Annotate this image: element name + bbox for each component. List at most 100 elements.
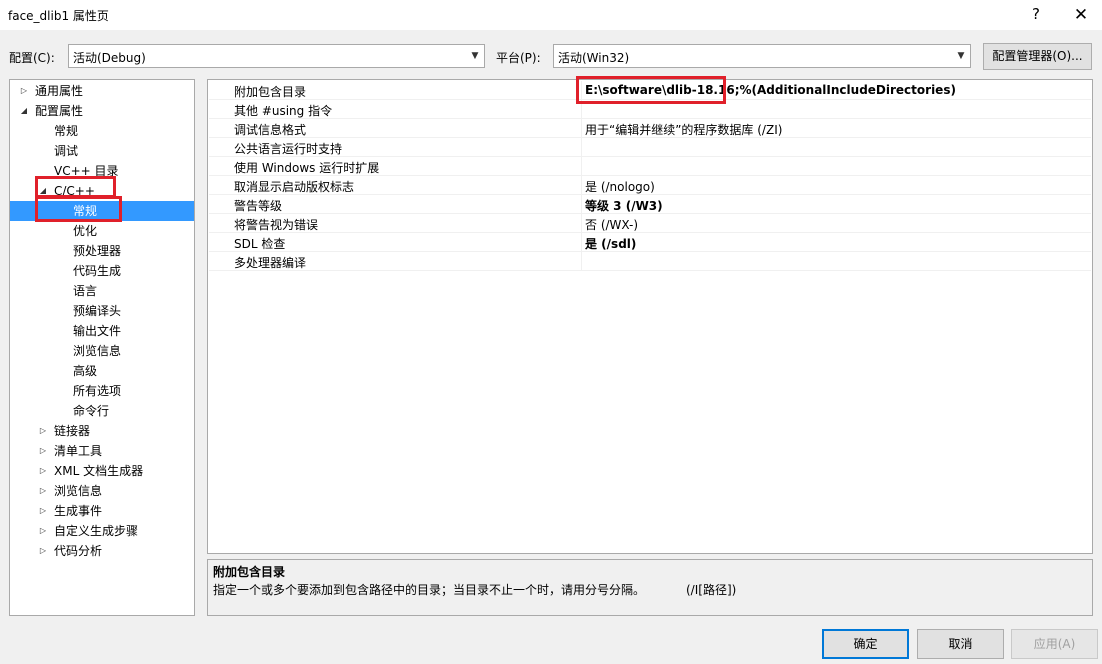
- tree-item-label: 预处理器: [73, 244, 122, 258]
- property-row-warnings-as-errors[interactable]: 将警告视为错误 否 (/WX-): [209, 214, 1091, 233]
- expand-arrow-icon[interactable]: ▷: [37, 481, 49, 501]
- tree-item-all-options[interactable]: 所有选项: [10, 381, 194, 401]
- tree-item-label: 常规: [54, 124, 79, 138]
- close-button[interactable]: ✕: [1070, 4, 1092, 26]
- property-row-warning-level[interactable]: 警告等级 等级 3 (/W3): [209, 195, 1091, 214]
- property-row-additional-include-dirs[interactable]: 附加包含目录 E:\software\dlib-18.16;%(Addition…: [209, 81, 1091, 100]
- tree-item-label: 浏览信息: [54, 484, 103, 498]
- property-tree[interactable]: ▷ 通用属性 ◢ 配置属性 常规 调试 VC++ 目录 ◢ C/C++ 常规 优…: [9, 79, 195, 616]
- tree-item-xml-doc-generator[interactable]: ▷ XML 文档生成器: [10, 461, 194, 481]
- tree-item-code-generation[interactable]: 代码生成: [10, 261, 194, 281]
- tree-item-optimization[interactable]: 优化: [10, 221, 194, 241]
- tree-item-manifest-tool[interactable]: ▷ 清单工具: [10, 441, 194, 461]
- tree-item-custom-build-step[interactable]: ▷ 自定义生成步骤: [10, 521, 194, 541]
- property-row-sdl-checks[interactable]: SDL 检查 是 (/sdl): [209, 233, 1091, 252]
- description-text: 指定一个或多个要添加到包含路径中的目录；当目录不止一个时，请用分号分隔。: [213, 583, 646, 597]
- tree-item-vc-directories[interactable]: VC++ 目录: [10, 161, 194, 181]
- tree-item-output-files[interactable]: 输出文件: [10, 321, 194, 341]
- column-divider: [581, 119, 582, 138]
- title-bar: face_dlib1 属性页 ? ✕: [0, 0, 1102, 30]
- property-name: 警告等级: [234, 199, 283, 213]
- tree-item-label: 代码分析: [54, 544, 103, 558]
- property-row-clr-support[interactable]: 公共语言运行时支持: [209, 138, 1091, 157]
- property-value[interactable]: 是 (/nologo): [585, 178, 655, 195]
- expand-arrow-icon[interactable]: ▷: [37, 441, 49, 461]
- property-grid: 附加包含目录 E:\software\dlib-18.16;%(Addition…: [207, 79, 1093, 554]
- config-label: 配置(C):: [9, 51, 55, 65]
- tree-item-preprocessor[interactable]: 预处理器: [10, 241, 194, 261]
- property-row-suppress-banner[interactable]: 取消显示启动版权标志 是 (/nologo): [209, 176, 1091, 195]
- property-row-using-directives[interactable]: 其他 #using 指令: [209, 100, 1091, 119]
- expand-arrow-icon[interactable]: ▷: [37, 461, 49, 481]
- expand-arrow-icon[interactable]: ▷: [37, 501, 49, 521]
- tree-item-command-line[interactable]: 命令行: [10, 401, 194, 421]
- property-name: 附加包含目录: [234, 85, 307, 99]
- tree-item-language[interactable]: 语言: [10, 281, 194, 301]
- platform-label: 平台(P):: [496, 51, 541, 65]
- property-row-windows-runtime-ext[interactable]: 使用 Windows 运行时扩展: [209, 157, 1091, 176]
- property-value[interactable]: 等级 3 (/W3): [585, 197, 663, 214]
- config-manager-button[interactable]: 配置管理器(O)...: [983, 43, 1092, 70]
- config-dropdown-value: 活动(Debug): [73, 51, 146, 65]
- tree-item-label: XML 文档生成器: [54, 464, 144, 478]
- tree-item-label: 高级: [73, 364, 98, 378]
- window-title: face_dlib1 属性页: [8, 9, 109, 23]
- tree-item-precompiled-headers[interactable]: 预编译头: [10, 301, 194, 321]
- property-row-multiprocessor-compile[interactable]: 多处理器编译: [209, 252, 1091, 271]
- tree-item-c-cpp[interactable]: ◢ C/C++: [10, 181, 194, 201]
- property-name: SDL 检查: [234, 237, 286, 251]
- tree-item-label: 通用属性: [35, 84, 84, 98]
- tree-item-browse-info[interactable]: 浏览信息: [10, 341, 194, 361]
- column-divider: [581, 81, 582, 100]
- chevron-down-icon: ▼: [957, 51, 965, 61]
- chevron-down-icon: ▼: [471, 51, 479, 61]
- property-value[interactable]: E:\software\dlib-18.16;%(AdditionalInclu…: [585, 83, 956, 97]
- help-button[interactable]: ?: [1026, 4, 1046, 24]
- column-divider: [581, 214, 582, 233]
- expand-arrow-icon[interactable]: ▷: [37, 521, 49, 541]
- platform-dropdown[interactable]: 活动(Win32) ▼: [553, 44, 971, 68]
- property-row-debug-info-format[interactable]: 调试信息格式 用于“编辑并继续”的程序数据库 (/ZI): [209, 119, 1091, 138]
- tree-item-debugging[interactable]: 调试: [10, 141, 194, 161]
- property-name: 取消显示启动版权标志: [234, 180, 355, 194]
- column-divider: [581, 100, 582, 119]
- property-name: 公共语言运行时支持: [234, 142, 343, 156]
- tree-item-label: 浏览信息: [73, 344, 122, 358]
- column-divider: [581, 176, 582, 195]
- collapse-arrow-icon[interactable]: ◢: [37, 181, 49, 201]
- property-value[interactable]: 是 (/sdl): [585, 235, 636, 252]
- expand-arrow-icon[interactable]: ▷: [18, 81, 30, 101]
- tree-item-advanced[interactable]: 高级: [10, 361, 194, 381]
- column-divider: [581, 157, 582, 176]
- tree-item-label: 所有选项: [73, 384, 122, 398]
- expand-arrow-icon[interactable]: ▷: [37, 421, 49, 441]
- property-name: 多处理器编译: [234, 256, 307, 270]
- tree-item-linker[interactable]: ▷ 链接器: [10, 421, 194, 441]
- property-name: 将警告视为错误: [234, 218, 319, 232]
- config-dropdown[interactable]: 活动(Debug) ▼: [68, 44, 485, 68]
- tree-item-label: 语言: [73, 284, 98, 298]
- column-divider: [581, 252, 582, 271]
- property-value[interactable]: 否 (/WX-): [585, 216, 638, 233]
- ok-button[interactable]: 确定: [822, 629, 909, 659]
- tree-item-general[interactable]: 常规: [10, 121, 194, 141]
- column-divider: [581, 233, 582, 252]
- cancel-button[interactable]: 取消: [917, 629, 1004, 659]
- description-switch: (/I[路径]): [686, 583, 737, 597]
- apply-button[interactable]: 应用(A): [1011, 629, 1098, 659]
- tree-item-c-cpp-general[interactable]: 常规: [10, 201, 194, 221]
- tree-item-label: 常规: [73, 204, 98, 218]
- tree-item-label: 自定义生成步骤: [54, 524, 139, 538]
- tree-item-code-analysis[interactable]: ▷ 代码分析: [10, 541, 194, 561]
- tree-item-label: 输出文件: [73, 324, 122, 338]
- tree-item-label: 优化: [73, 224, 98, 238]
- tree-item-label: 配置属性: [35, 104, 84, 118]
- property-value[interactable]: 用于“编辑并继续”的程序数据库 (/ZI): [585, 121, 782, 138]
- expand-arrow-icon[interactable]: ▷: [37, 541, 49, 561]
- tree-item-common-properties[interactable]: ▷ 通用属性: [10, 81, 194, 101]
- description-panel: 附加包含目录 指定一个或多个要添加到包含路径中的目录；当目录不止一个时，请用分号…: [207, 559, 1093, 616]
- tree-item-build-events[interactable]: ▷ 生成事件: [10, 501, 194, 521]
- tree-item-config-properties[interactable]: ◢ 配置属性: [10, 101, 194, 121]
- tree-item-browse-information[interactable]: ▷ 浏览信息: [10, 481, 194, 501]
- collapse-arrow-icon[interactable]: ◢: [18, 101, 30, 121]
